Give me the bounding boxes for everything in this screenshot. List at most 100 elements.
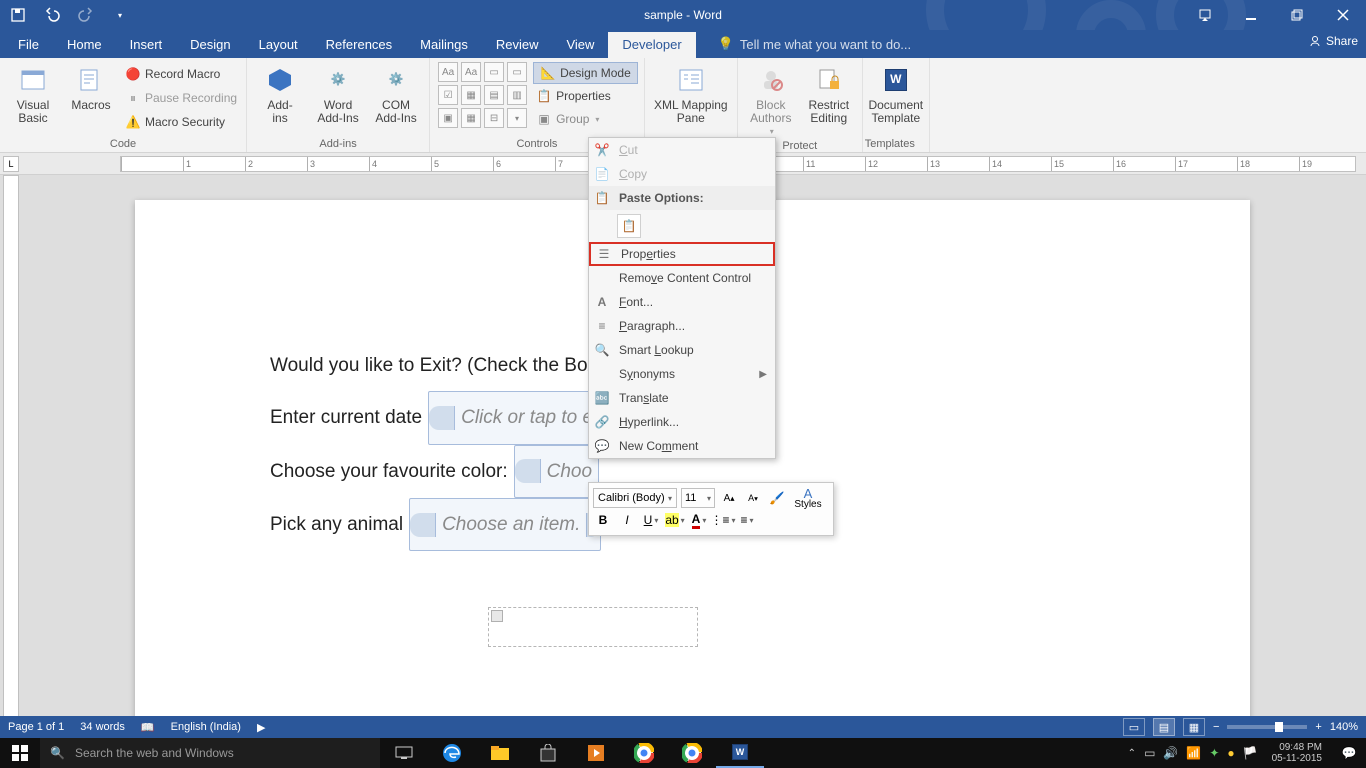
ctx-hyperlink[interactable]: 🔗Hyperlink... bbox=[589, 410, 775, 434]
com-addins-button[interactable]: ⚙️COM Add-Ins bbox=[369, 60, 423, 125]
control-properties-button[interactable]: 📋Properties bbox=[533, 85, 638, 107]
tray-flag-icon[interactable]: 🏳️ bbox=[1243, 746, 1258, 760]
macros-button[interactable]: Macros bbox=[64, 60, 118, 112]
visual-basic-button[interactable]: Visual Basic bbox=[6, 60, 60, 125]
save-icon[interactable] bbox=[10, 7, 26, 23]
mini-bold[interactable]: B bbox=[593, 510, 613, 530]
block-authors-button[interactable]: Block Authors▾ bbox=[744, 60, 798, 137]
mini-highlight[interactable]: ab▾ bbox=[665, 510, 685, 530]
selection-anchor[interactable] bbox=[488, 607, 698, 647]
restore-button[interactable] bbox=[1274, 0, 1320, 30]
controls-gallery[interactable]: AaAa▭▭ ☑▦▤▥ ▣▦⊟▾ bbox=[436, 60, 529, 130]
edge-icon[interactable] bbox=[428, 738, 476, 768]
mini-numbering[interactable]: ≡▾ bbox=[737, 510, 757, 530]
tab-developer[interactable]: Developer bbox=[608, 32, 695, 58]
status-proofing-icon[interactable]: 📖 bbox=[141, 721, 155, 734]
record-macro-button[interactable]: 🔴Record Macro bbox=[122, 63, 240, 85]
tab-mailings[interactable]: Mailings bbox=[406, 32, 482, 58]
ctx-remove-content-control[interactable]: Remove Content Control bbox=[589, 266, 775, 290]
dropdown-content-control-animal[interactable]: Choose an item. bbox=[409, 498, 601, 551]
restrict-editing-button[interactable]: Restrict Editing bbox=[802, 60, 856, 125]
ctx-font[interactable]: AFont... bbox=[589, 290, 775, 314]
status-language[interactable]: English (India) bbox=[171, 721, 241, 733]
xml-mapping-button[interactable]: XML Mapping Pane bbox=[651, 60, 731, 125]
window-title: sample - Word bbox=[0, 8, 1366, 22]
start-button[interactable] bbox=[0, 738, 40, 768]
tray-expand-icon[interactable]: ⌃ bbox=[1128, 748, 1136, 759]
paste-option-keep-text[interactable]: 📋 bbox=[617, 214, 641, 238]
zoom-level[interactable]: 140% bbox=[1330, 721, 1358, 733]
close-button[interactable] bbox=[1320, 0, 1366, 30]
status-macro-icon[interactable]: ▶ bbox=[257, 721, 265, 734]
status-page[interactable]: Page 1 of 1 bbox=[8, 721, 64, 733]
taskbar-search[interactable]: 🔍 Search the web and Windows bbox=[40, 738, 380, 768]
pause-recording-button[interactable]: ⏸Pause Recording bbox=[122, 87, 240, 109]
ctx-paragraph[interactable]: ≡Paragraph... bbox=[589, 314, 775, 338]
date-content-control[interactable]: Click or tap to e bbox=[428, 391, 600, 444]
tellme-search[interactable]: 💡 Tell me what you want to do... bbox=[704, 31, 925, 58]
document-template-button[interactable]: WDocument Template bbox=[869, 60, 923, 125]
view-web-layout[interactable]: ▦ bbox=[1183, 718, 1205, 736]
view-read-mode[interactable]: ▭ bbox=[1123, 718, 1145, 736]
store-icon[interactable] bbox=[524, 738, 572, 768]
tab-references[interactable]: References bbox=[312, 32, 406, 58]
dropdown-content-control-color[interactable]: Choo bbox=[514, 445, 599, 498]
file-explorer-icon[interactable] bbox=[476, 738, 524, 768]
tab-design[interactable]: Design bbox=[176, 32, 244, 58]
ctx-synonyms[interactable]: Synonyms▶ bbox=[589, 362, 775, 386]
ctx-cut[interactable]: ✂️Cut bbox=[589, 138, 775, 162]
zoom-in-button[interactable]: + bbox=[1315, 721, 1321, 733]
chrome-icon-2[interactable] bbox=[668, 738, 716, 768]
mini-bullets[interactable]: ⋮≡▾ bbox=[713, 510, 733, 530]
ctx-translate[interactable]: 🔤Translate bbox=[589, 386, 775, 410]
word-taskbar-icon[interactable]: W bbox=[716, 738, 764, 768]
qat-customize-icon[interactable]: ▾ bbox=[112, 7, 128, 23]
redo-icon[interactable] bbox=[78, 7, 94, 23]
zoom-out-button[interactable]: − bbox=[1213, 721, 1219, 733]
tab-home[interactable]: Home bbox=[53, 32, 116, 58]
share-button[interactable]: Share bbox=[1308, 34, 1358, 48]
tab-file[interactable]: File bbox=[4, 32, 53, 58]
status-words[interactable]: 34 words bbox=[80, 721, 125, 733]
mini-size-selector[interactable]: 11▾ bbox=[681, 488, 715, 508]
minimize-button[interactable] bbox=[1228, 0, 1274, 30]
shrink-font-button[interactable]: A▾ bbox=[743, 488, 763, 508]
taskbar-clock[interactable]: 09:48 PM 05-11-2015 bbox=[1266, 742, 1328, 764]
tab-insert[interactable]: Insert bbox=[116, 32, 177, 58]
ctx-copy[interactable]: 📄Copy bbox=[589, 162, 775, 186]
action-center-button[interactable]: 💬 bbox=[1336, 738, 1362, 768]
tab-view[interactable]: View bbox=[552, 32, 608, 58]
tray-volume-icon[interactable]: 🔊 bbox=[1163, 746, 1178, 760]
ctx-new-comment[interactable]: 💬New Comment bbox=[589, 434, 775, 458]
group-button[interactable]: ▣Group▾ bbox=[533, 108, 638, 130]
design-mode-toggle[interactable]: 📐Design Mode bbox=[533, 62, 638, 84]
mini-italic[interactable]: I bbox=[617, 510, 637, 530]
grow-font-button[interactable]: A▴ bbox=[719, 488, 739, 508]
word-addins-button[interactable]: ⚙️Word Add-Ins bbox=[311, 60, 365, 125]
tray-app-icon-2[interactable]: ● bbox=[1227, 746, 1234, 760]
format-painter-button[interactable]: 🖌️ bbox=[767, 488, 787, 508]
vertical-ruler[interactable] bbox=[3, 175, 19, 742]
tab-review[interactable]: Review bbox=[482, 32, 553, 58]
media-player-icon[interactable] bbox=[572, 738, 620, 768]
mini-underline[interactable]: U▾ bbox=[641, 510, 661, 530]
macro-security-button[interactable]: ⚠️Macro Security bbox=[122, 111, 240, 133]
ctx-smart-lookup[interactable]: 🔍Smart Lookup bbox=[589, 338, 775, 362]
mini-font-selector[interactable]: Calibri (Body)▾ bbox=[593, 488, 677, 508]
undo-icon[interactable] bbox=[44, 7, 60, 23]
mini-font-color[interactable]: A▾ bbox=[689, 510, 709, 530]
chrome-icon[interactable] bbox=[620, 738, 668, 768]
tray-wifi-icon[interactable]: 📶 bbox=[1186, 746, 1201, 760]
tab-layout[interactable]: Layout bbox=[245, 32, 312, 58]
task-view-button[interactable] bbox=[380, 738, 428, 768]
zoom-slider[interactable] bbox=[1227, 725, 1307, 729]
tray-network-icon[interactable]: ▭ bbox=[1144, 746, 1155, 760]
view-print-layout[interactable]: ▤ bbox=[1153, 718, 1175, 736]
addins-button[interactable]: Add- ins bbox=[253, 60, 307, 125]
tray-app-icon[interactable]: ✦ bbox=[1209, 746, 1219, 760]
mini-styles-button[interactable]: AStyles bbox=[791, 488, 825, 508]
block-icon bbox=[755, 64, 787, 96]
ctx-properties[interactable]: ☰Properties bbox=[589, 242, 775, 266]
ribbon-options-icon[interactable] bbox=[1182, 0, 1228, 30]
tab-selector[interactable]: L bbox=[3, 156, 19, 172]
